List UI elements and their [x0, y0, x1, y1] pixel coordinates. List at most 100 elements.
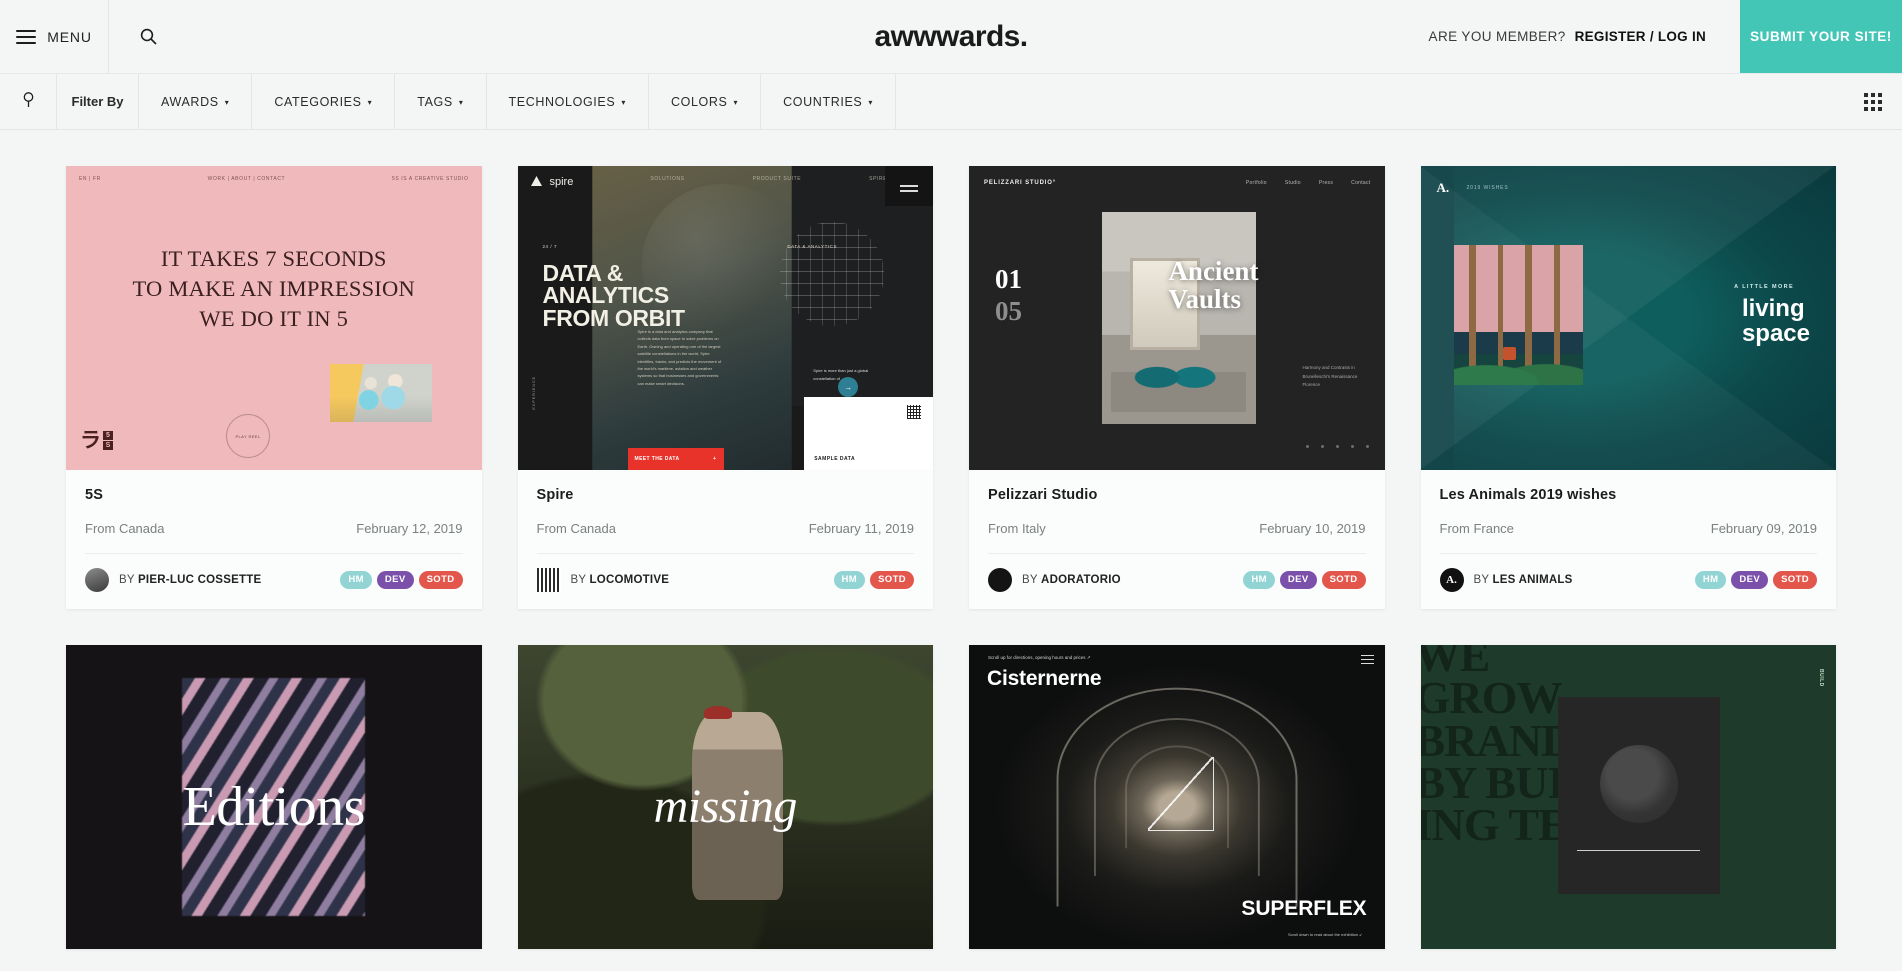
play-reel-circle: PLAY REEL — [226, 414, 270, 458]
site-card[interactable]: PELIZZARI STUDIO° Portfolio Studio Press… — [969, 166, 1385, 609]
site-thumbnail-spire[interactable]: spire SOLUTIONS PRODUCT SUITE SPIRE 24 /… — [517, 166, 934, 470]
header-right-group: ARE YOU MEMBER? REGISTER / LOG IN SUBMIT… — [1429, 0, 1902, 73]
badge-sotd[interactable]: SOTD — [1321, 571, 1366, 589]
site-thumbnail-pelizzari[interactable]: PELIZZARI STUDIO° Portfolio Studio Press… — [969, 166, 1385, 470]
thumb-vertical-label: EXPERIENCE — [530, 376, 536, 410]
filter-label: COLORS — [670, 94, 728, 109]
thumb-logo: A. — [1436, 180, 1450, 195]
letter-a-avatar[interactable]: A. — [1439, 568, 1464, 592]
filter-dropdown-colors[interactable]: COLORS ▾ — [649, 74, 762, 129]
site-card[interactable]: spire SOLUTIONS PRODUCT SUITE SPIRE 24 /… — [517, 166, 934, 609]
site-card[interactable]: WE GROW BRANDS BY BUILD- ING TECH BUILD — [1420, 645, 1836, 949]
card-title[interactable]: Spire — [537, 487, 915, 503]
headline-line: ANALYTICS — [542, 282, 670, 309]
badge-dev[interactable]: DEV — [1279, 571, 1317, 589]
badge-sotd[interactable]: SOTD — [870, 571, 914, 589]
card-country: From Canada — [536, 521, 616, 536]
card-title[interactable]: 5S — [85, 487, 463, 503]
site-thumbnail-cisternerne[interactable]: Scroll up for directions, opening hours … — [969, 645, 1385, 949]
thumb-caption: Harmony and Contrasts in Brunelleschi's … — [1302, 365, 1358, 388]
headline-line: TO MAKE AN IMPRESSION — [132, 275, 415, 301]
menu-button[interactable]: MENU — [0, 0, 109, 73]
card-date: February 12, 2019 — [356, 521, 463, 536]
barcode-avatar[interactable] — [536, 568, 561, 592]
card-author[interactable]: BY LOCOMOTIVE — [571, 574, 670, 586]
card-date: February 09, 2019 — [1710, 521, 1817, 536]
badge-hm[interactable]: HM — [833, 571, 866, 589]
thumb-menu-icon — [885, 166, 933, 206]
author-name: LOCOMOTIVE — [589, 574, 670, 586]
thumb-brand-text: PELIZZARI STUDIO° — [984, 180, 1057, 186]
thumb-sample-card: SAMPLE DATA — [804, 397, 933, 470]
site-thumbnail-we-grow-brands[interactable]: WE GROW BRANDS BY BUILD- ING TECH BUILD — [1420, 645, 1836, 949]
filter-icon-button[interactable] — [0, 74, 57, 129]
grid-view-toggle[interactable] — [1844, 74, 1902, 129]
site-card[interactable]: Scroll up for directions, opening hours … — [969, 645, 1385, 949]
site-thumbnail-editions[interactable]: Editions — [66, 645, 482, 949]
filter-dropdown-tags[interactable]: TAGS ▾ — [395, 74, 487, 129]
badge-hm[interactable]: HM — [1694, 571, 1727, 589]
card-author[interactable]: BY PIER-LUC COSSETTE — [119, 574, 261, 586]
thumb-pagination-dots — [1305, 445, 1369, 448]
thumb-slide-total: 05 — [995, 296, 1022, 326]
dark-circle-avatar[interactable] — [988, 568, 1012, 592]
site-card[interactable]: EN | FR WORK | ABOUT | CONTACT 5S IS A C… — [66, 166, 482, 609]
card-footer: BY PIER-LUC COSSETTE HM DEV SOTD — [85, 553, 463, 609]
filter-dropdown-countries[interactable]: COUNTRIES ▾ — [761, 74, 897, 129]
badge-dev[interactable]: DEV — [376, 571, 414, 589]
thumb-headline: DATA & ANALYTICS FROM ORBIT — [542, 261, 686, 331]
filter-dropdown-awards[interactable]: AWARDS ▾ — [139, 74, 253, 129]
headline-line: IT TAKES 7 SECONDS — [160, 246, 387, 271]
thumb-logo-5: 5 — [103, 431, 113, 440]
submit-your-site-button[interactable]: SUBMIT YOUR SITE! — [1740, 0, 1902, 73]
thumb-nav: SOLUTIONS PRODUCT SUITE SPIRE — [518, 176, 934, 182]
site-card[interactable]: A. 2019 WISHES A LITTLE MORE living spac… — [1420, 166, 1836, 609]
search-button[interactable] — [109, 0, 187, 73]
chevron-down-icon: ▾ — [733, 97, 739, 107]
thumb-nav-item: Press — [1318, 180, 1334, 186]
qr-code-icon — [907, 405, 921, 420]
badge-sotd[interactable]: SOTD — [1773, 571, 1817, 589]
card-title[interactable]: Les Animals 2019 wishes — [1440, 487, 1818, 503]
headline-line: FROM ORBIT — [542, 304, 686, 331]
site-card-grid: EN | FR WORK | ABOUT | CONTACT 5S IS A C… — [0, 130, 1902, 949]
badge-hm[interactable]: HM — [340, 571, 372, 589]
badge-sotd[interactable]: SOTD — [418, 571, 463, 589]
thumb-logo-s: S — [103, 441, 113, 450]
card-body: Pelizzari Studio From Italy February 10,… — [969, 470, 1385, 536]
card-author[interactable]: BY ADORATORIO — [1022, 574, 1121, 586]
thumb-nav-a: SOLUTIONS — [650, 176, 685, 182]
site-logo[interactable]: awwwards. — [875, 20, 1029, 54]
award-badges: HM SOTD — [833, 571, 914, 589]
filter-dropdown-technologies[interactable]: TECHNOLOGIES ▾ — [487, 74, 649, 129]
thumb-interior-photo — [1101, 211, 1256, 425]
site-thumbnail-missing[interactable]: missing — [517, 645, 933, 949]
thumb-dark-plate — [1557, 696, 1720, 895]
site-card[interactable]: Editions — [66, 645, 482, 949]
site-thumbnail-5s[interactable]: EN | FR WORK | ABOUT | CONTACT 5S IS A C… — [66, 166, 482, 470]
card-country: From Italy — [988, 521, 1046, 536]
thumb-slide-current: 01 — [995, 264, 1022, 294]
top-header-bar: MENU awwwards. ARE YOU MEMBER? REGISTER … — [0, 0, 1902, 74]
thumb-subtitle: 2019 WISHES — [1466, 185, 1509, 191]
headline-line: WE DO IT IN 5 — [199, 305, 349, 331]
thumb-headline: IT TAKES 7 SECONDS TO MAKE AN IMPRESSION… — [66, 244, 482, 334]
search-icon — [140, 28, 157, 45]
site-thumbnail-les-animals[interactable]: A. 2019 WISHES A LITTLE MORE living spac… — [1420, 166, 1836, 470]
thumb-headline: living space — [1742, 296, 1810, 347]
filter-label: COUNTRIES — [783, 94, 863, 109]
thumb-headline: missing — [653, 779, 798, 833]
thumb-paragraph: Spire is a data and analytics company th… — [637, 329, 722, 386]
author-photo-avatar[interactable] — [85, 568, 109, 592]
badge-hm[interactable]: HM — [1243, 571, 1275, 589]
filter-dropdown-categories[interactable]: CATEGORIES ▾ — [252, 74, 396, 129]
card-author[interactable]: BY LES ANIMALS — [1474, 574, 1573, 586]
badge-dev[interactable]: DEV — [1731, 571, 1769, 589]
filter-label: CATEGORIES — [274, 94, 362, 109]
thumb-menu-icon — [1360, 655, 1374, 667]
member-question: ARE YOU MEMBER? — [1428, 29, 1566, 44]
card-meta: From Canada February 11, 2019 — [537, 521, 915, 536]
site-card[interactable]: missing — [517, 645, 933, 949]
card-title[interactable]: Pelizzari Studio — [988, 487, 1366, 503]
register-login-link[interactable]: REGISTER / LOG IN — [1575, 29, 1706, 44]
